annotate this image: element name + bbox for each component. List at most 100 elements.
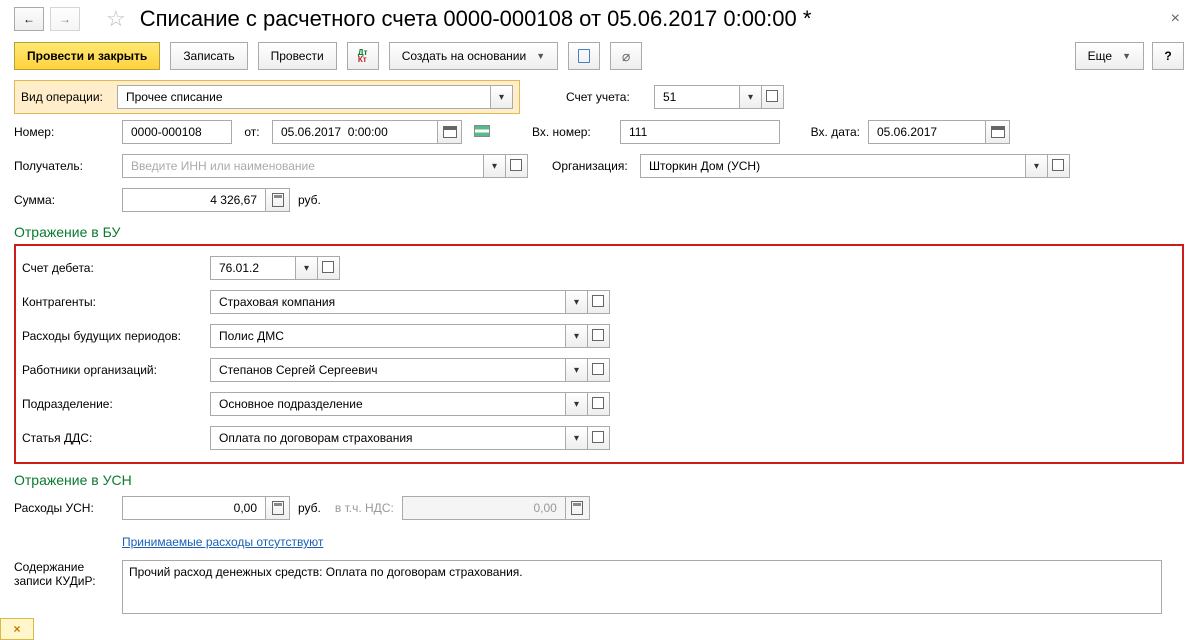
vat-input (402, 496, 566, 520)
division-input[interactable] (210, 392, 566, 416)
employee-input[interactable] (210, 358, 566, 382)
employee-dropdown-button[interactable]: ▾ (566, 358, 588, 382)
date-input[interactable] (272, 120, 438, 144)
chevron-down-icon: ▾ (492, 161, 497, 172)
help-button[interactable]: ? (1152, 42, 1184, 70)
section-usn-title: Отражение в УСН (14, 472, 1184, 488)
debit-account-open-button[interactable] (318, 256, 340, 280)
account-open-button[interactable] (762, 85, 784, 109)
dds-dropdown-button[interactable]: ▾ (566, 426, 588, 450)
calendar-icon (443, 126, 457, 138)
dtkt-button[interactable]: ДтКт (347, 42, 379, 70)
post-and-close-button[interactable]: Провести и закрыть (14, 42, 160, 70)
close-icon: × (13, 622, 20, 636)
in-number-label: Вх. номер: (532, 125, 612, 139)
debit-account-input[interactable] (210, 256, 296, 280)
in-date-input[interactable] (868, 120, 986, 144)
create-based-on-label: Создать на основании (402, 49, 527, 63)
chevron-down-icon: ▾ (499, 92, 504, 103)
kudir-textarea[interactable] (122, 560, 1162, 614)
deferred-dropdown-button[interactable]: ▾ (566, 324, 588, 348)
calendar-icon (991, 126, 1005, 138)
chevron-down-icon: ▾ (304, 263, 309, 274)
employee-open-button[interactable] (588, 358, 610, 382)
open-icon (594, 433, 604, 443)
usn-expenses-calc-button[interactable] (266, 496, 290, 520)
chevron-down-icon: ▾ (1034, 161, 1039, 172)
window-title: Списание с расчетного счета 0000-000108 … (140, 6, 812, 32)
accepted-expenses-link[interactable]: Принимаемые расходы отсутствуют (122, 535, 323, 549)
nav-forward-button[interactable]: → (50, 7, 80, 31)
number-input[interactable] (122, 120, 232, 144)
counterparty-open-button[interactable] (588, 290, 610, 314)
chevron-down-icon: ▾ (574, 365, 579, 376)
chevron-down-icon: ▾ (748, 92, 753, 103)
employee-label: Работники организаций: (22, 363, 202, 377)
calculator-icon (571, 501, 583, 515)
vat-label: в т.ч. НДС: (335, 501, 394, 515)
attach-button[interactable]: ⌀ (610, 42, 642, 70)
division-dropdown-button[interactable]: ▾ (566, 392, 588, 416)
division-open-button[interactable] (588, 392, 610, 416)
open-icon (594, 399, 604, 409)
deferred-open-button[interactable] (588, 324, 610, 348)
sum-input[interactable] (122, 188, 266, 212)
open-icon (512, 161, 522, 171)
file-button[interactable] (568, 42, 600, 70)
counterparty-input[interactable] (210, 290, 566, 314)
help-icon: ? (1164, 49, 1171, 63)
dds-open-button[interactable] (588, 426, 610, 450)
chevron-down-icon: ▾ (574, 297, 579, 308)
operation-type-input[interactable] (117, 85, 491, 109)
org-open-button[interactable] (1048, 154, 1070, 178)
close-icon[interactable]: × (1171, 10, 1180, 28)
create-based-on-button[interactable]: Создать на основании ▼ (389, 42, 558, 70)
paperclip-icon: ⌀ (622, 48, 630, 65)
nav-back-button[interactable]: ← (14, 7, 44, 31)
arrow-left-icon: ← (23, 12, 35, 26)
usn-rub: руб. (298, 501, 321, 515)
usn-expenses-label: Расходы УСН: (14, 501, 114, 515)
operation-type-dropdown-button[interactable]: ▾ (491, 85, 513, 109)
division-label: Подразделение: (22, 397, 202, 411)
date-calendar-button[interactable] (438, 120, 462, 144)
in-date-calendar-button[interactable] (986, 120, 1010, 144)
section-bu-title: Отражение в БУ (14, 224, 1184, 240)
post-button[interactable]: Провести (258, 42, 337, 70)
dtkt-icon: ДтКт (358, 49, 368, 63)
chevron-down-icon: ▼ (536, 51, 545, 61)
more-label: Еще (1088, 49, 1112, 63)
debit-account-label: Счет дебета: (22, 261, 202, 275)
more-button[interactable]: Еще ▼ (1075, 42, 1144, 70)
counterparty-label: Контрагенты: (22, 295, 202, 309)
recipient-open-button[interactable] (506, 154, 528, 178)
flag-icon[interactable] (474, 125, 490, 137)
calculator-icon (272, 501, 284, 515)
account-dropdown-button[interactable]: ▾ (740, 85, 762, 109)
deferred-input[interactable] (210, 324, 566, 348)
chevron-down-icon: ▼ (1122, 51, 1131, 61)
account-input[interactable] (654, 85, 740, 109)
recipient-input[interactable] (122, 154, 484, 178)
counterparty-dropdown-button[interactable]: ▾ (566, 290, 588, 314)
from-label: от: (240, 125, 264, 139)
org-dropdown-button[interactable]: ▾ (1026, 154, 1048, 178)
bottom-tab-button[interactable]: × (0, 618, 34, 640)
favorite-star-icon[interactable]: ☆ (106, 6, 126, 32)
usn-expenses-input[interactable] (122, 496, 266, 520)
dds-input[interactable] (210, 426, 566, 450)
chevron-down-icon: ▾ (574, 433, 579, 444)
number-label: Номер: (14, 125, 114, 139)
recipient-dropdown-button[interactable]: ▾ (484, 154, 506, 178)
debit-account-dropdown-button[interactable]: ▾ (296, 256, 318, 280)
operation-type-label: Вид операции: (21, 90, 109, 104)
org-input[interactable] (640, 154, 1026, 178)
deferred-label: Расходы будущих периодов: (22, 329, 202, 343)
open-icon (594, 365, 604, 375)
sum-currency: руб. (298, 193, 321, 207)
in-number-input[interactable] (620, 120, 780, 144)
sum-calc-button[interactable] (266, 188, 290, 212)
save-button[interactable]: Записать (170, 42, 247, 70)
in-date-label: Вх. дата: (788, 125, 860, 139)
sum-label: Сумма: (14, 193, 114, 207)
